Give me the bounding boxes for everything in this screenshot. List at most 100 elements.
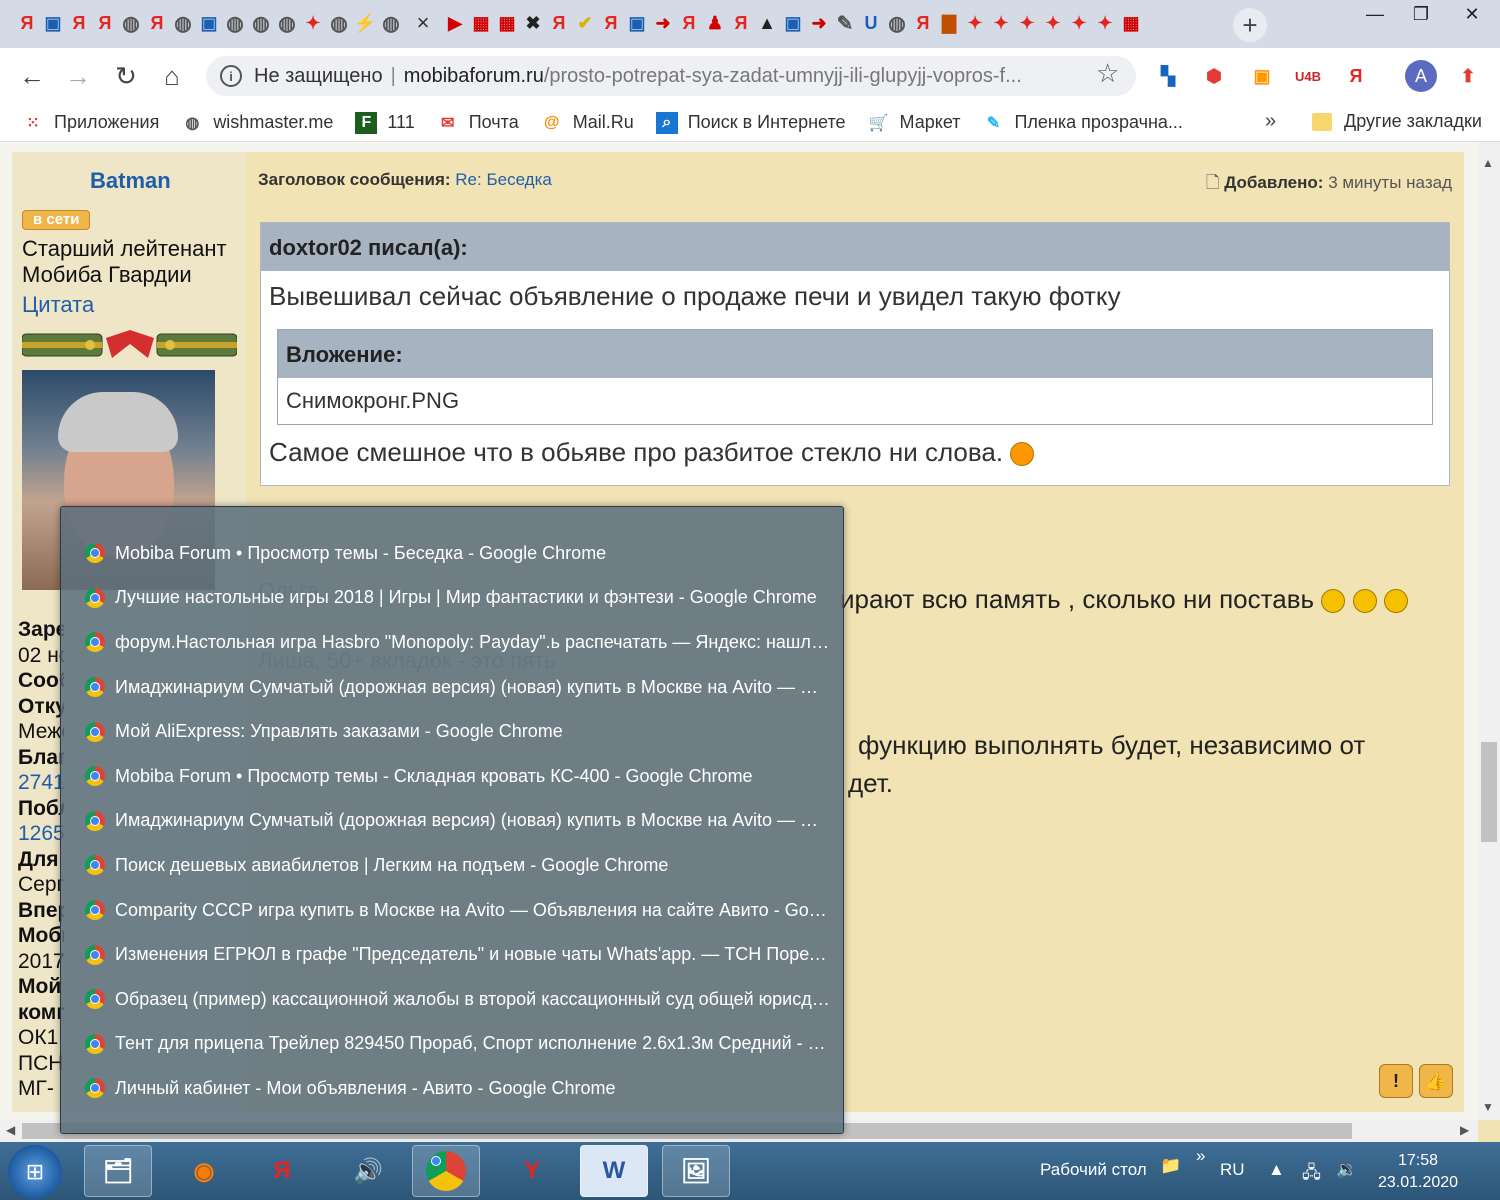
tab-site-icon[interactable]: ▣ [198, 10, 220, 36]
quote-link[interactable]: Цитата [22, 292, 94, 318]
bookmark-item[interactable]: F 111 [355, 111, 415, 134]
tab-yandex-icon[interactable]: Я [548, 10, 570, 36]
tab-u-icon[interactable]: U [860, 10, 882, 36]
home-icon[interactable]: ⌂ [156, 60, 188, 92]
tab-market-icon[interactable]: ▣ [626, 10, 648, 36]
subject-value[interactable]: Re: Беседка [455, 170, 552, 189]
tab-colorful-icon[interactable]: ✦ [1094, 10, 1116, 36]
volume-icon[interactable]: 🔉 [1336, 1160, 1357, 1180]
tray-expand-icon[interactable]: ▲ [1268, 1160, 1285, 1180]
tab-globe-icon[interactable]: ◍ [886, 10, 908, 36]
u4b-icon[interactable]: U4B [1294, 62, 1322, 90]
update-icon[interactable]: ⬆ [1454, 62, 1482, 90]
tab-market-icon[interactable]: ▣ [782, 10, 804, 36]
shopping-bag-icon[interactable]: ▣ [1248, 62, 1276, 90]
toolbar-more-icon[interactable]: » [1196, 1146, 1205, 1166]
tab-avito-icon[interactable]: ▦ [470, 10, 492, 36]
stat-line[interactable]: 2741 раз [18, 770, 64, 796]
attachment-file[interactable]: Снимокронг.PNG [278, 378, 1432, 424]
tab-person-icon[interactable]: ♟ [704, 10, 726, 36]
tab-orange-icon[interactable]: ⚡ [354, 10, 376, 36]
stat-line[interactable]: 1265 раз [18, 821, 64, 847]
tab-yandex-icon[interactable]: Я [94, 10, 116, 36]
close-window-icon[interactable]: ✕ [1444, 0, 1500, 28]
tab-pen-icon[interactable]: ✎ [834, 10, 856, 36]
restore-icon[interactable]: ❐ [1398, 0, 1444, 28]
tab-yandex-icon[interactable]: Я [68, 10, 90, 36]
extension-square-icon[interactable]: ▚ [1154, 62, 1182, 90]
tab-colorful-icon[interactable]: ✦ [1042, 10, 1064, 36]
vertical-scroll-thumb[interactable] [1481, 742, 1497, 842]
tab-market-icon[interactable]: ▣ [42, 10, 64, 36]
tab-close-icon[interactable]: × [406, 10, 440, 36]
back-arrow-icon[interactable]: ← [16, 60, 48, 92]
bookmark-star-icon[interactable]: ☆ [1096, 58, 1119, 89]
tab-colorful-icon[interactable]: ✦ [990, 10, 1012, 36]
tab-globe-icon[interactable]: ◍ [120, 10, 142, 36]
tab-yandex-icon[interactable]: Я [678, 10, 700, 36]
other-bookmarks[interactable]: Другие закладки [1312, 111, 1482, 132]
info-icon[interactable]: i [220, 65, 242, 87]
window-list-item[interactable]: Поиск дешевых авиабилетов | Легким на по… [85, 843, 833, 888]
window-list-item[interactable]: Образец (пример) кассационной жалобы в в… [85, 977, 833, 1022]
report-button[interactable]: ! [1379, 1064, 1413, 1098]
window-list-item[interactable]: Изменения ЕГРЮЛ в графе "Председатель" и… [85, 932, 833, 977]
tab-colorful-icon[interactable]: ✦ [1016, 10, 1038, 36]
tab-globe-icon[interactable]: ◍ [328, 10, 350, 36]
window-list-item[interactable]: форум.Настольная игра Hasbro "Monopoly: … [85, 620, 833, 665]
network-icon[interactable]: 🖧 [1302, 1160, 1321, 1189]
tab-avito-icon[interactable]: ▦ [496, 10, 518, 36]
bookmark-item[interactable]: ✎ Пленка прозрачна... [982, 112, 1183, 134]
author-username[interactable]: Batman [90, 168, 171, 194]
scroll-left-arrow-icon[interactable]: ◀ [6, 1123, 15, 1137]
tab-yandex-icon[interactable]: Я [146, 10, 168, 36]
tab-globe-icon[interactable]: ◍ [276, 10, 298, 36]
window-list-item[interactable]: Mobiba Forum • Просмотр темы - Беседка -… [85, 531, 833, 576]
window-list-item[interactable]: Личный кабинет - Мои объявления - Авито … [85, 1066, 833, 1111]
photo-viewer-icon[interactable]: 🖼 [662, 1145, 730, 1197]
yandex-browser-icon[interactable]: Я [248, 1145, 316, 1197]
new-tab-button[interactable]: + [1233, 8, 1267, 42]
tab-yandex-icon[interactable]: Я [912, 10, 934, 36]
tab-bag-icon[interactable]: ▇ [938, 10, 960, 36]
window-list-item[interactable]: Мой AliExpress: Управлять заказами - Goo… [85, 709, 833, 754]
desktop-toolbar-label[interactable]: Рабочий стол [1040, 1160, 1147, 1180]
window-list-item[interactable]: Mobiba Forum • Просмотр темы - Складная … [85, 754, 833, 799]
tab-arrow-icon[interactable]: ➜ [652, 10, 674, 36]
bookmark-item[interactable]: ⌕ Поиск в Интернете [655, 111, 846, 134]
thanks-button[interactable]: 👍 [1419, 1064, 1453, 1098]
address-bar[interactable]: i Не защищено | mobibaforum.ru /prosto-p… [206, 56, 1136, 96]
bookmark-item[interactable]: ◍ wishmaster.me [181, 112, 333, 134]
window-list-item[interactable]: Лучшие настольные игры 2018 | Игры | Мир… [85, 576, 833, 621]
adblock-icon[interactable]: ⬢ [1200, 62, 1228, 90]
vertical-scrollbar[interactable]: ▲ ▼ [1478, 142, 1500, 1120]
tab-yandex-icon[interactable]: Я [16, 10, 38, 36]
volume-app-icon[interactable]: 🔊 [334, 1145, 402, 1197]
tab-x-icon[interactable]: ✖ [522, 10, 544, 36]
tab-avito-icon[interactable]: ▦ [1120, 10, 1142, 36]
bookmark-item[interactable]: @ Mail.Ru [541, 112, 634, 134]
chrome-taskbar-button[interactable] [412, 1145, 480, 1197]
tab-globe-icon[interactable]: ◍ [380, 10, 402, 36]
yandex-ext-icon[interactable]: Я [1342, 62, 1370, 90]
tab-youtube-icon[interactable]: ▶ [444, 10, 466, 36]
tab-colorful-icon[interactable]: ✦ [1068, 10, 1090, 36]
yandex-icon[interactable]: Y [498, 1145, 566, 1197]
tab-yandex-icon[interactable]: Я [600, 10, 622, 36]
explorer-icon[interactable]: 🗂 [84, 1145, 152, 1197]
tab-globe-icon[interactable]: ◍ [250, 10, 272, 36]
tab-globe-icon[interactable]: ◍ [224, 10, 246, 36]
firefox-icon[interactable]: ◉ [170, 1145, 238, 1197]
bookmark-item[interactable]: 🛒 Маркет [868, 112, 961, 134]
desktop-folder-icon[interactable]: 📁 [1160, 1156, 1181, 1176]
window-list-item[interactable]: Comparity СССР игра купить в Москве на A… [85, 888, 833, 933]
bookmarks-more-icon[interactable]: » [1265, 110, 1276, 133]
scroll-up-arrow-icon[interactable]: ▲ [1482, 156, 1494, 170]
word-icon[interactable]: W [580, 1145, 648, 1197]
profile-avatar[interactable]: A [1405, 60, 1437, 92]
forward-arrow-icon[interactable]: → [62, 60, 94, 92]
scroll-right-arrow-icon[interactable]: ▶ [1460, 1123, 1469, 1137]
tab-colorful-icon[interactable]: ✦ [964, 10, 986, 36]
bookmark-item[interactable]: ⁙ Приложения [22, 112, 159, 134]
start-button[interactable]: ⊞ [8, 1145, 62, 1199]
